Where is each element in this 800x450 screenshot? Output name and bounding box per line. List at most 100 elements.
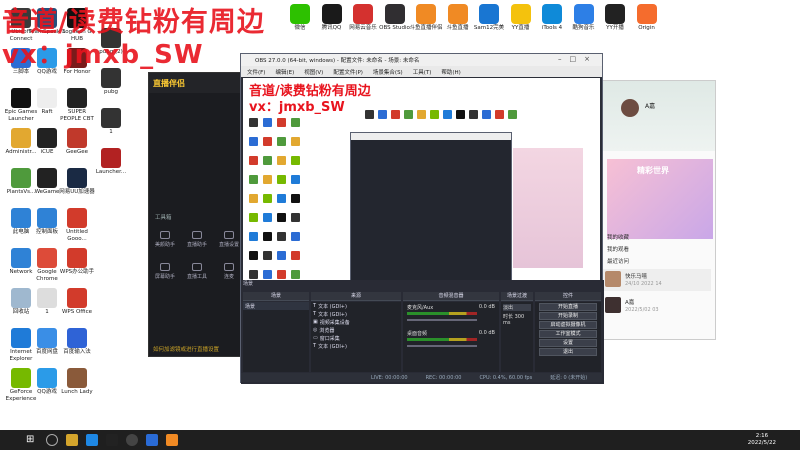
app-taskbar-icon[interactable] — [146, 434, 158, 446]
desktop-icon-label: OBS Studio — [379, 25, 410, 31]
streaming-tool-button[interactable]: 直播工具 — [187, 263, 207, 280]
streaming-tool-button[interactable]: 美颜助手 — [155, 231, 175, 248]
desktop-icon[interactable]: 斗鱼直播 — [441, 4, 475, 31]
file-explorer-icon[interactable] — [66, 434, 78, 446]
start-streaming-button[interactable]: 开始直播 — [539, 303, 597, 311]
desktop-icon[interactable]: OBS Studio — [378, 4, 412, 31]
browser-icon: ◎ — [313, 327, 318, 333]
list-item[interactable]: 快乐马嘻 24/10 2022 14 — [603, 269, 711, 291]
desktop-icon[interactable]: iTools 4 — [535, 4, 569, 31]
preview-icon — [263, 118, 272, 127]
chat-app-window[interactable]: A嘉 精彩世界 我的收藏 我的观看 最近访问 快乐马嘻 24/10 2022 1… — [598, 80, 716, 340]
avatar[interactable] — [621, 99, 639, 117]
transition-select[interactable]: 淡出 — [503, 304, 531, 311]
desktop-icon[interactable]: YY开播 — [598, 4, 632, 31]
obs-title-bar[interactable]: OBS 27.0.0 (64-bit, windows) - 配置文件: 未命名… — [241, 54, 602, 66]
source-item[interactable]: ▭ 窗口采集 — [311, 334, 401, 342]
preview-icon — [291, 213, 300, 222]
desktop-icon[interactable]: 百度输入法 — [58, 328, 96, 356]
desktop-icon[interactable]: pubg — [92, 68, 130, 96]
preview-icon — [277, 270, 286, 279]
menu-favorites[interactable]: 我的收藏 — [607, 233, 629, 241]
preview-icon — [365, 110, 374, 119]
baidu-netdisk-icon — [37, 328, 57, 348]
dock-header-sources: 来源 — [311, 292, 401, 301]
text-source-icon: T — [313, 343, 317, 349]
profile-name: A嘉 — [645, 103, 656, 110]
source-item[interactable]: T 文本 (GDI+) — [311, 310, 401, 318]
desktop-icon[interactable]: 斗鱼直播伴侣 — [409, 4, 443, 31]
menu-help[interactable]: 帮助(H) — [441, 68, 460, 76]
streaming-tool-button[interactable]: 直播设置 — [219, 231, 239, 248]
window-controls[interactable]: –□× — [558, 55, 598, 63]
desktop-icon[interactable]: 腾讯QQ — [315, 4, 349, 31]
exit-button[interactable]: 退出 — [539, 348, 597, 356]
desktop-icon-label: Origin — [638, 25, 655, 31]
desktop-icon[interactable]: YY直播 — [504, 4, 538, 31]
streaming-tool-button[interactable]: 屏幕助手 — [155, 263, 175, 280]
menu-file[interactable]: 文件(F) — [247, 68, 265, 76]
cpu-usage: CPU: 0.4%, 60.00 fps — [479, 374, 533, 381]
text-source-icon: T — [313, 303, 317, 309]
obs-docks: 场景 场景 来源 音频混音器 场景过渡 控件 场景 T 文本 (GDI+) T 文本… — [241, 280, 604, 384]
source-item[interactable]: T 文本 (GDI+) — [311, 302, 401, 310]
scenes-list[interactable]: 场景 — [243, 302, 309, 372]
uu-accelerator-icon — [67, 168, 87, 188]
scene-item[interactable]: 场景 — [243, 302, 309, 310]
volume-slider[interactable] — [407, 319, 477, 321]
source-item[interactable]: T 文本 (GDI+) — [311, 342, 401, 350]
task-view-icon[interactable] — [106, 434, 118, 446]
streaming-companion-window[interactable]: 直播伴侣 工具箱 美颜助手 直播助手 直播设置 屏幕助手 直播工具 连麦 如何加… — [148, 72, 248, 357]
chat-banner[interactable]: 精彩世界 — [607, 159, 713, 239]
desktop-icon[interactable]: Untitled Gooo... — [58, 208, 96, 242]
text-source-icon: T — [313, 311, 317, 317]
preview-icon — [291, 175, 300, 184]
menu-tools[interactable]: 工具(T) — [413, 68, 432, 76]
desktop-icon[interactable]: GeeGee — [58, 128, 96, 156]
qq-icon — [321, 4, 342, 24]
menu-edit[interactable]: 编辑(E) — [275, 68, 294, 76]
desktop-icon[interactable]: Sam12完美 — [472, 4, 506, 31]
obs-window[interactable]: OBS 27.0.0 (64-bit, windows) - 配置文件: 未命名… — [240, 53, 604, 384]
search-icon[interactable] — [46, 434, 58, 446]
desktop-icon[interactable]: 网易云音乐 — [346, 4, 380, 31]
streaming-tool-button[interactable]: 连麦 — [219, 263, 239, 280]
streaming-tool-button[interactable]: 直播助手 — [187, 231, 207, 248]
menu-view[interactable]: 视图(V) — [304, 68, 323, 76]
obs-preview[interactable]: 音道/读费钻粉有周边 vx：jmxb_SW — [243, 78, 600, 290]
douyu-taskbar-icon[interactable] — [166, 434, 178, 446]
virtual-camera-button[interactable]: 启动虚拟摄像机 — [539, 321, 597, 329]
sources-list[interactable]: T 文本 (GDI+) T 文本 (GDI+) ▣ 视频采集设备 ◎ 浏览器 ▭ 窗口采集… — [311, 302, 401, 372]
system-clock[interactable]: 2:16 2022/5/22 — [748, 433, 776, 447]
obs-taskbar-icon[interactable] — [126, 434, 138, 446]
windows-start-icon[interactable]: ⊞ — [26, 434, 38, 446]
desktop-icon[interactable]: Lunch Lady — [58, 368, 96, 396]
menu-scene-collection[interactable]: 场景集合(S) — [373, 68, 403, 76]
desktop-icon-label: SUPER PEOPLE CBT — [60, 109, 94, 122]
desktop-icon[interactable]: Launcher... — [92, 148, 130, 176]
start-recording-button[interactable]: 开始录制 — [539, 312, 597, 320]
desktop-icon[interactable]: WPS办公助手 — [58, 248, 96, 276]
source-item[interactable]: ◎ 浏览器 — [311, 326, 401, 334]
launcher-icon — [101, 148, 121, 168]
desktop-icon-label: 腾讯QQ — [321, 25, 342, 31]
list-item[interactable]: A嘉 2022/5/02 03 — [603, 295, 711, 317]
desktop-icon[interactable]: WPS Office — [58, 288, 96, 316]
desktop-icon[interactable]: 酷狗音乐 — [567, 4, 601, 31]
volume-slider[interactable] — [407, 345, 477, 347]
settings-button[interactable]: 设置 — [539, 339, 597, 347]
preview-icon — [495, 110, 504, 119]
menu-recent[interactable]: 最近访问 — [607, 257, 629, 265]
source-item[interactable]: ▣ 视频采集设备 — [311, 318, 401, 326]
desktop-icon[interactable]: 网易UU加速器 — [58, 168, 96, 196]
desktop-icon-label: WPS办公助手 — [59, 269, 95, 275]
desktop-icon[interactable]: SUPER PEOPLE CBT — [58, 88, 96, 122]
menu-watched[interactable]: 我的观看 — [607, 245, 629, 253]
desktop-icon[interactable]: 1 — [92, 108, 130, 136]
desktop-icon[interactable]: 微信 — [283, 4, 317, 31]
streaming-notice[interactable]: 如何加滤镜或进行直播设置 — [153, 345, 219, 353]
desktop-icon[interactable]: Origin — [630, 4, 664, 31]
menu-profile[interactable]: 配置文件(P) — [333, 68, 363, 76]
edge-icon[interactable] — [86, 434, 98, 446]
studio-mode-button[interactable]: 工作室模式 — [539, 330, 597, 338]
